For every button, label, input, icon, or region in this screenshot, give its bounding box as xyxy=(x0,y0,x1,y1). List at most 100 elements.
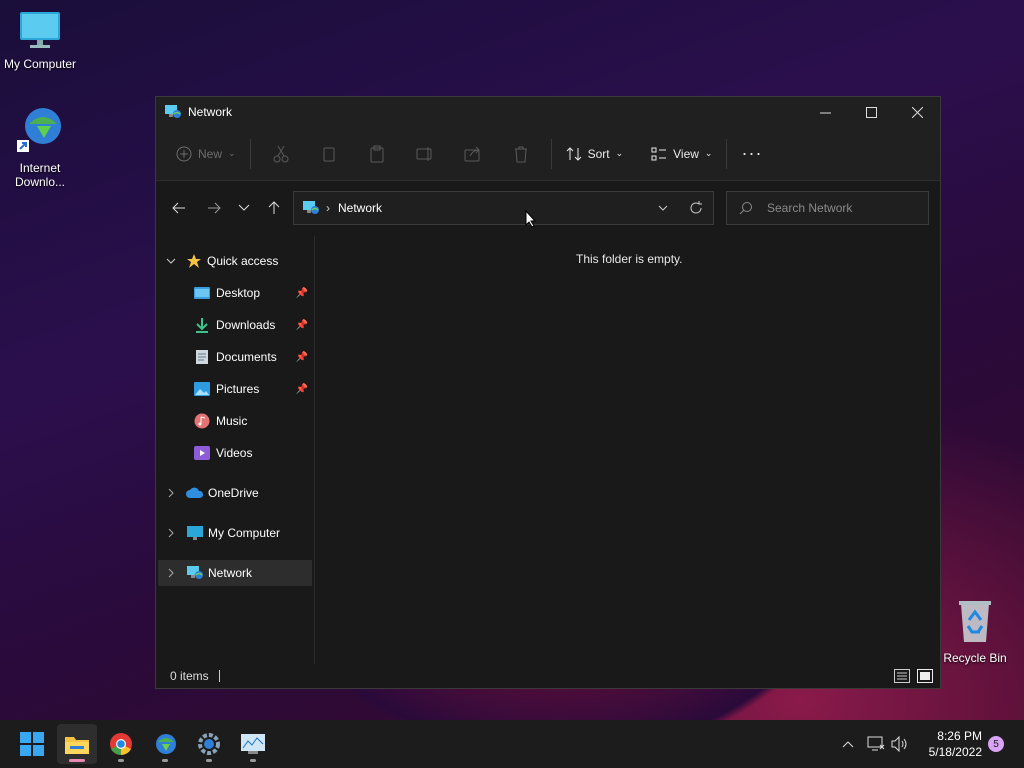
search-icon xyxy=(739,202,752,215)
arrow-right-icon xyxy=(208,202,221,214)
desktop-icon-my-computer[interactable]: My Computer xyxy=(0,10,80,71)
tiles-view-icon[interactable] xyxy=(917,669,933,683)
chrome-icon xyxy=(110,733,132,756)
rename-button[interactable] xyxy=(401,146,449,162)
volume-icon[interactable] xyxy=(891,736,909,752)
paste-button[interactable] xyxy=(353,145,401,163)
sidebar-label: Quick access xyxy=(207,254,279,268)
sidebar-item-my-computer[interactable]: My Computer xyxy=(158,520,312,546)
plus-circle-icon xyxy=(176,146,192,161)
new-button[interactable]: New ⌄ xyxy=(168,138,244,170)
taskbar: 8:26 PM 5/18/2022 5 xyxy=(0,720,1024,768)
chevron-up-icon[interactable] xyxy=(842,740,854,748)
pin-icon[interactable]: 📌 xyxy=(296,352,308,363)
clock[interactable]: 8:26 PM 5/18/2022 xyxy=(918,728,982,760)
desktop-icon-label: Internet Downlo... xyxy=(14,161,66,189)
status-divider xyxy=(218,670,220,682)
desktop-icon-label: Recycle Bin xyxy=(943,651,1007,665)
sort-icon xyxy=(566,146,581,161)
new-button-label: New xyxy=(198,146,223,161)
sort-button-label: Sort xyxy=(587,146,610,161)
network-icon xyxy=(187,566,203,579)
sidebar-item-network[interactable]: Network xyxy=(158,560,312,586)
sidebar-item-pictures[interactable]: Pictures 📌 xyxy=(158,376,312,402)
view-list-icon xyxy=(651,147,667,160)
network-icon xyxy=(165,105,181,118)
refresh-icon[interactable] xyxy=(689,201,703,215)
pin-icon[interactable]: 📌 xyxy=(296,384,308,395)
title-bar[interactable]: Network xyxy=(156,97,940,127)
taskbar-resource-monitor[interactable] xyxy=(233,724,273,764)
sidebar-item-desktop[interactable]: Desktop 📌 xyxy=(158,280,312,306)
taskbar-settings[interactable] xyxy=(189,724,229,764)
cut-button[interactable] xyxy=(257,145,305,163)
cloud-icon xyxy=(186,487,204,498)
sidebar-item-downloads[interactable]: Downloads 📌 xyxy=(158,312,312,338)
status-bar: 0 items xyxy=(156,664,940,688)
chevron-down-icon[interactable] xyxy=(658,205,668,211)
sidebar-label: Desktop xyxy=(216,286,261,300)
minimize-button[interactable] xyxy=(802,97,848,127)
picture-icon xyxy=(194,382,210,396)
folder-icon xyxy=(65,737,89,754)
view-button-label: View xyxy=(673,146,699,161)
download-arrow-icon xyxy=(196,318,208,333)
sidebar-item-onedrive[interactable]: OneDrive xyxy=(158,480,312,506)
video-icon xyxy=(194,446,210,460)
arrow-up-icon xyxy=(268,201,280,214)
trash-icon xyxy=(514,146,527,162)
share-icon xyxy=(464,146,480,161)
close-button[interactable] xyxy=(894,97,940,127)
delete-button[interactable] xyxy=(497,145,545,163)
chevron-down-icon xyxy=(166,258,176,264)
up-button[interactable] xyxy=(259,193,289,223)
start-button[interactable] xyxy=(12,724,52,764)
pin-icon[interactable]: 📌 xyxy=(296,320,308,331)
idm-icon xyxy=(17,108,61,152)
copy-icon xyxy=(323,147,335,161)
sidebar-item-quick-access[interactable]: Quick access xyxy=(158,248,312,274)
taskbar-idm[interactable] xyxy=(145,724,185,764)
back-button[interactable] xyxy=(164,193,194,223)
sidebar-label: Pictures xyxy=(216,382,260,396)
share-button[interactable] xyxy=(449,146,497,162)
copy-button[interactable] xyxy=(305,145,353,163)
chevron-down-icon: ⌄ xyxy=(228,148,236,158)
breadcrumb-network[interactable]: Network xyxy=(338,201,382,215)
window-title: Network xyxy=(188,105,233,119)
maximize-button[interactable] xyxy=(848,97,894,127)
more-icon: ··· xyxy=(741,143,763,163)
breadcrumb-chevron-icon: › xyxy=(326,201,330,215)
more-options-button[interactable]: ··· xyxy=(733,138,770,170)
taskbar-chrome[interactable] xyxy=(101,724,141,764)
toolbar-separator xyxy=(726,138,728,169)
active-indicator xyxy=(69,759,85,762)
network-status-icon[interactable] xyxy=(867,736,885,752)
sort-button[interactable]: Sort ⌄ xyxy=(558,138,632,170)
chevron-down-icon: ⌄ xyxy=(704,148,713,158)
pin-icon[interactable]: 📌 xyxy=(296,288,308,299)
desktop-icon-recycle-bin[interactable]: Recycle Bin xyxy=(935,598,1015,665)
notification-badge[interactable]: 5 xyxy=(988,736,1004,752)
search-input[interactable]: Search Network xyxy=(726,191,929,225)
taskbar-file-explorer[interactable] xyxy=(57,724,97,764)
notification-count: 5 xyxy=(993,738,999,750)
clock-date: 5/18/2022 xyxy=(928,745,982,759)
sidebar-item-music[interactable]: Music xyxy=(158,408,312,434)
recent-locations-button[interactable] xyxy=(229,193,259,223)
sidebar-item-documents[interactable]: Documents 📌 xyxy=(158,344,312,370)
forward-button[interactable] xyxy=(199,193,229,223)
chevron-right-icon xyxy=(168,488,174,498)
gear-icon xyxy=(198,733,220,755)
star-icon xyxy=(187,254,201,268)
view-button[interactable]: View ⌄ xyxy=(643,138,720,170)
details-view-icon[interactable] xyxy=(894,669,910,683)
desktop-icon-idm[interactable]: Internet Downlo... xyxy=(0,104,80,189)
sidebar-item-videos[interactable]: Videos xyxy=(158,440,312,466)
sidebar-label: Network xyxy=(208,566,253,580)
address-bar[interactable]: › Network xyxy=(293,191,714,228)
empty-folder-message: This folder is empty. xyxy=(576,252,683,266)
desktop-folder-icon xyxy=(194,287,210,299)
sidebar-label: Videos xyxy=(216,446,253,460)
mouse-cursor-icon xyxy=(525,210,537,228)
